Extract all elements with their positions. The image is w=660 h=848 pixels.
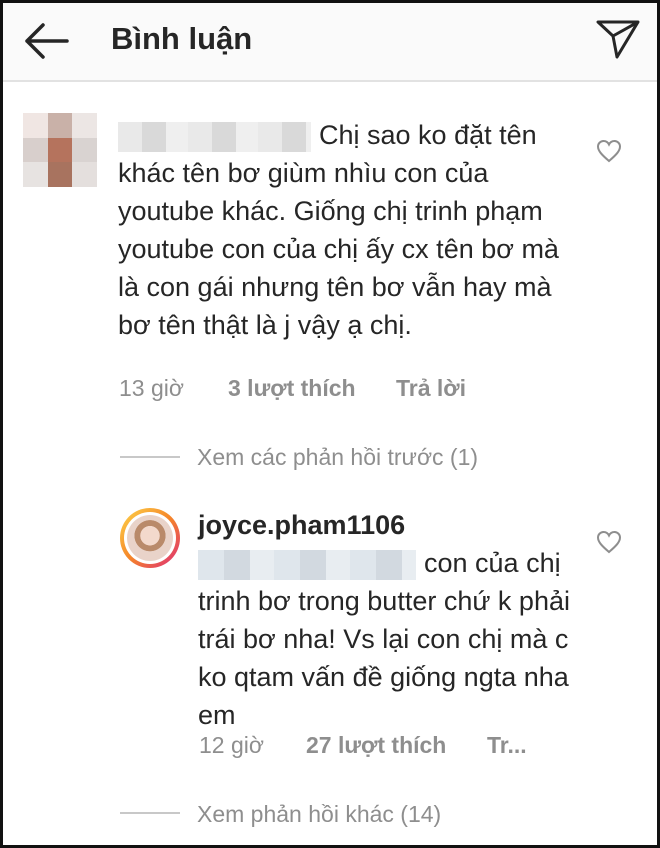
comment-text: Chị sao ko đặt tên khác tên bơ giùm nhìu…: [118, 120, 559, 340]
heart-icon[interactable]: [596, 530, 622, 554]
blurred-username[interactable]: [118, 121, 311, 152]
page-title: Bình luận: [111, 21, 253, 56]
view-more-replies-button[interactable]: Xem phản hồi khác (14): [197, 799, 441, 829]
paper-plane-icon[interactable]: [595, 18, 641, 60]
comment-reply-button[interactable]: Trả lời: [396, 373, 466, 403]
arrow-left-icon[interactable]: [23, 21, 69, 61]
comment-likes-link[interactable]: 3 lượt thích: [228, 373, 356, 403]
commenter-avatar[interactable]: [23, 113, 97, 187]
comment-time: 13 giờ: [119, 375, 184, 401]
profile-photo: [127, 515, 173, 561]
thread-divider: [120, 456, 180, 458]
heart-icon[interactable]: [596, 139, 622, 163]
reply-likes-link[interactable]: 27 lượt thích: [306, 730, 446, 760]
blurred-mention[interactable]: [198, 549, 416, 580]
reply-reply-button[interactable]: Tr...: [487, 730, 527, 760]
top-bar: Bình luận: [3, 3, 657, 82]
comment-body: Chị sao ko đặt tên khác tên bơ giùm nhìu…: [118, 116, 578, 344]
reply-avatar[interactable]: [120, 508, 180, 568]
thread-divider: [120, 812, 180, 814]
reply-body: con của chị trinh bơ trong butter chứ k …: [198, 544, 598, 734]
reply-time: 12 giờ: [199, 732, 264, 758]
reply-username[interactable]: joyce.pham1106: [198, 508, 405, 542]
view-previous-replies-button[interactable]: Xem các phản hồi trước (1): [197, 442, 478, 472]
